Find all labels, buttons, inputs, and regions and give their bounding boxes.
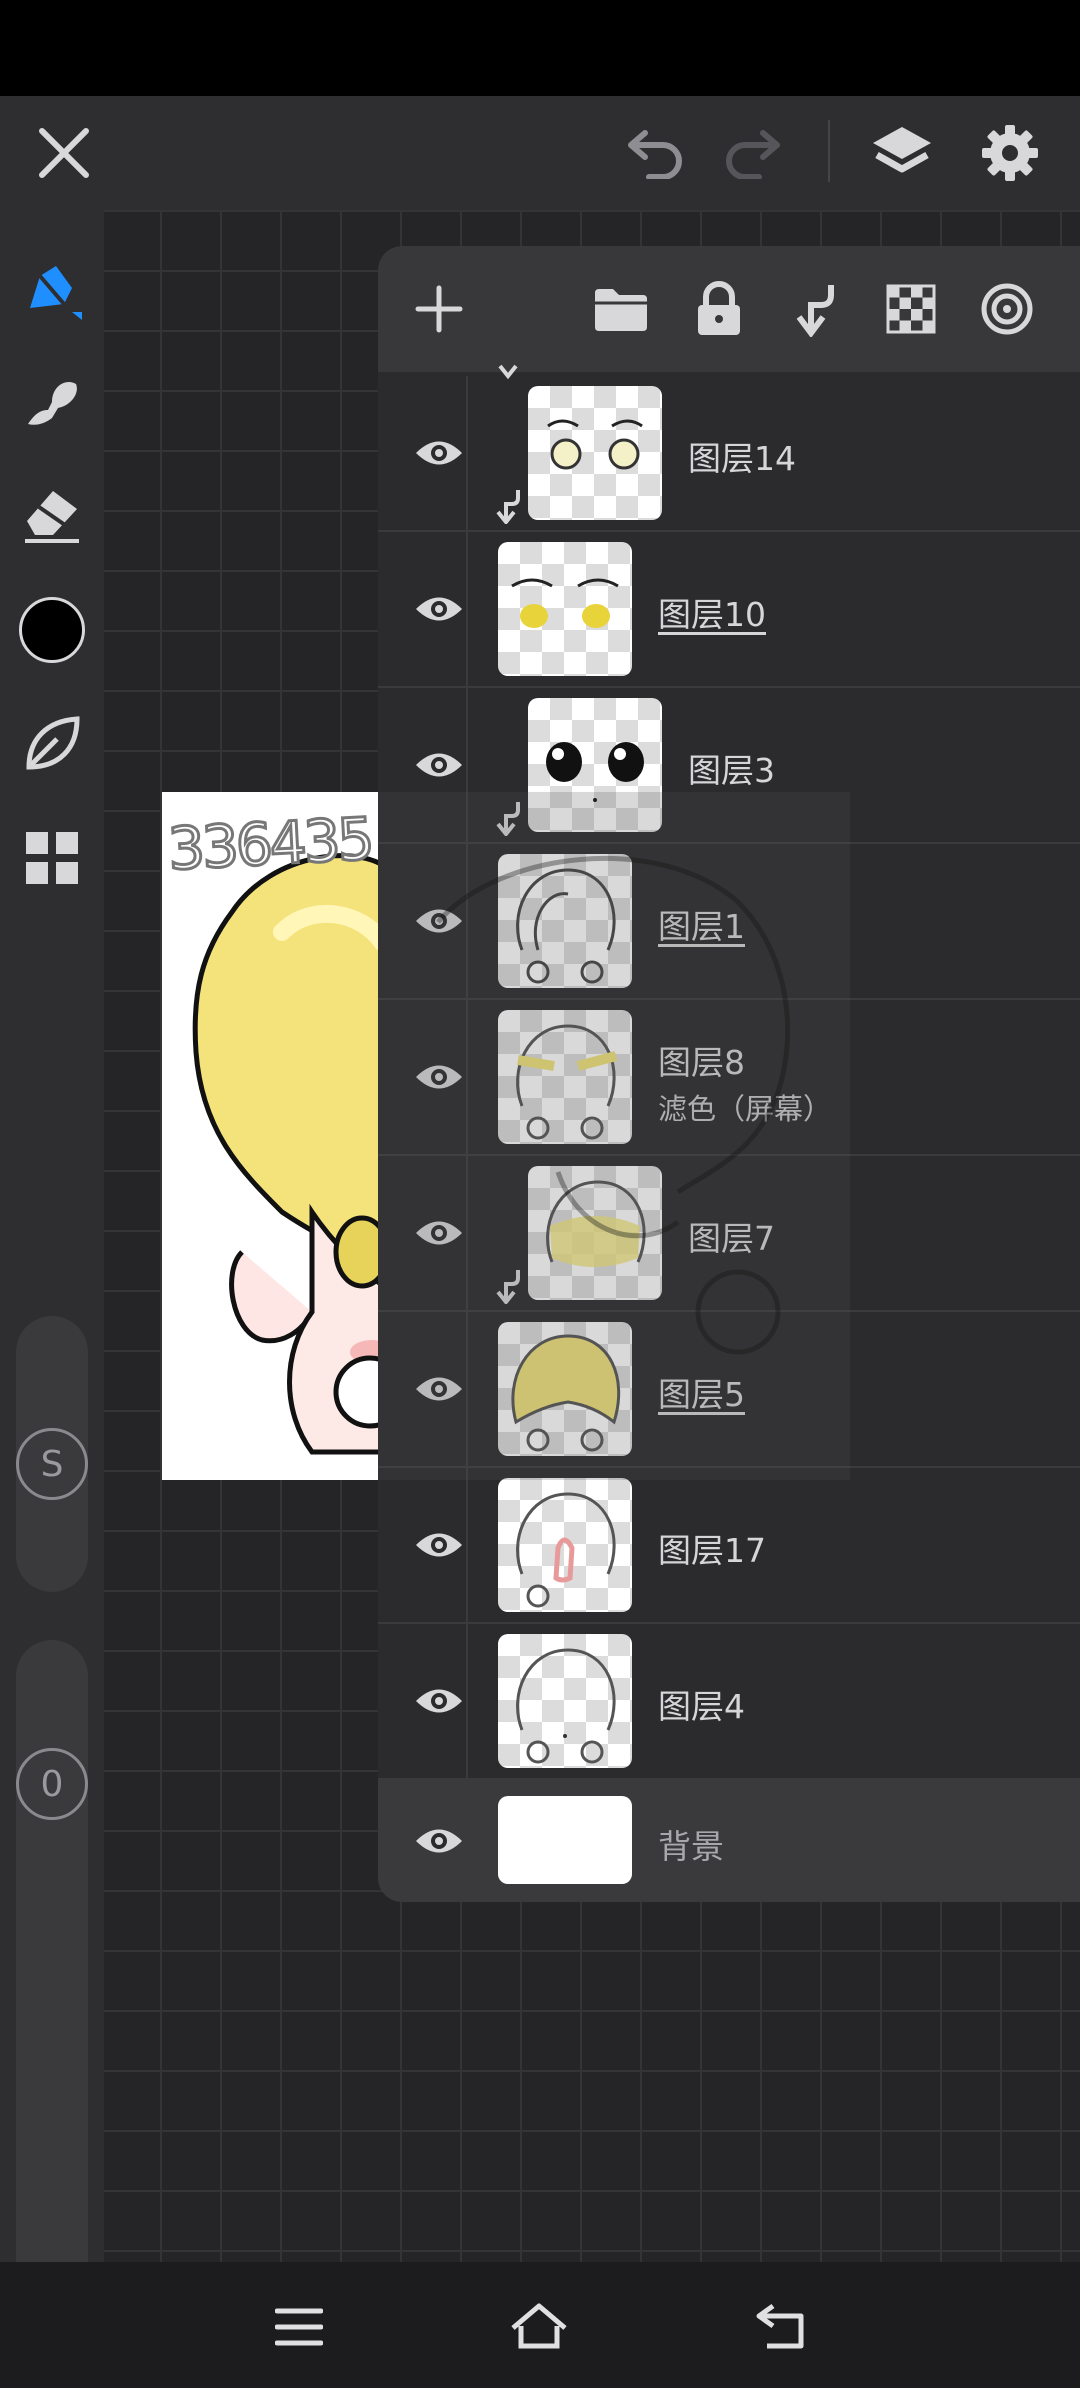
layer-row[interactable]: 图层1 xyxy=(378,844,1080,1000)
folder-icon[interactable] xyxy=(586,274,656,344)
clipping-arrow-icon xyxy=(496,1270,520,1304)
layer-row[interactable]: 图层17 xyxy=(378,1468,1080,1624)
visibility-eye-icon[interactable] xyxy=(394,1656,484,1746)
layer-row[interactable]: 图层5 xyxy=(378,1312,1080,1468)
clipping-arrow-icon xyxy=(496,802,520,836)
layer-blend-mode: 滤色（屏幕） xyxy=(658,1092,833,1126)
row-divider xyxy=(466,688,468,842)
leaf-brush-icon[interactable] xyxy=(0,694,104,794)
layer-name: 背景 xyxy=(658,1827,724,1866)
transparency-lock-icon[interactable] xyxy=(876,274,946,344)
visibility-eye-icon[interactable] xyxy=(394,1188,484,1278)
layer-row-background[interactable]: 背景 xyxy=(378,1780,1080,1902)
grid-menu-icon[interactable] xyxy=(0,808,104,908)
clip-icon[interactable] xyxy=(780,274,850,344)
blend-target-icon[interactable] xyxy=(972,274,1042,344)
layer-thumbnail xyxy=(498,542,632,676)
row-divider xyxy=(466,1156,468,1310)
row-divider xyxy=(466,1000,468,1154)
home-icon[interactable] xyxy=(494,2282,584,2372)
top-divider xyxy=(828,120,830,182)
opacity-slider-knob[interactable]: 0 xyxy=(16,1748,88,1820)
layer-thumbnail xyxy=(498,854,632,988)
layer-name: 图层10 xyxy=(658,595,766,634)
clipping-arrow-icon xyxy=(496,490,520,524)
layer-row[interactable]: 图层10 xyxy=(378,532,1080,688)
visibility-eye-icon[interactable] xyxy=(394,1344,484,1434)
smudge-icon[interactable] xyxy=(0,352,104,452)
visibility-eye-icon[interactable] xyxy=(394,720,484,810)
row-divider xyxy=(466,844,468,998)
opacity-slider[interactable] xyxy=(16,1640,88,2330)
artwork-canvas[interactable]: 336435 xyxy=(162,792,380,1480)
layer-panel: 图层14 图层10 图层3 图层1 图层8 滤色（屏幕） 图层7 图层5 图层17 图层4 背景 xyxy=(378,246,1080,1902)
layer-row[interactable]: 图层8 滤色（屏幕） xyxy=(378,1000,1080,1156)
undo-icon[interactable] xyxy=(606,96,706,210)
visibility-eye-icon[interactable] xyxy=(394,1796,484,1886)
visibility-eye-icon[interactable] xyxy=(394,876,484,966)
add-layer-icon[interactable] xyxy=(404,274,474,344)
layer-name: 图层3 xyxy=(688,751,775,790)
row-divider xyxy=(466,376,468,530)
layer-name: 图层8 xyxy=(658,1043,745,1082)
menu-icon[interactable] xyxy=(254,2282,344,2372)
layers-icon[interactable] xyxy=(852,96,952,210)
left-toolbar: S 0 xyxy=(0,210,104,2330)
system-nav-bar xyxy=(0,2262,1080,2388)
row-divider xyxy=(466,532,468,686)
status-bar xyxy=(0,0,1080,96)
back-icon[interactable] xyxy=(736,2282,826,2372)
redo-icon[interactable] xyxy=(702,96,802,210)
layer-thumbnail xyxy=(498,1010,632,1144)
layer-thumbnail xyxy=(528,698,662,832)
artwork-watermark: 336435 xyxy=(165,803,375,885)
layer-name: 图层4 xyxy=(658,1687,745,1726)
layer-thumbnail xyxy=(498,1634,632,1768)
color-swatch[interactable] xyxy=(0,580,104,680)
row-divider xyxy=(466,1468,468,1622)
layer-name: 图层7 xyxy=(688,1219,775,1258)
lock-icon[interactable] xyxy=(684,274,754,344)
layer-panel-toolbar xyxy=(378,246,1080,372)
layer-thumbnail xyxy=(528,386,662,520)
layer-thumbnail xyxy=(528,1166,662,1300)
layer-name: 图层14 xyxy=(688,439,796,478)
top-bar xyxy=(0,96,1080,210)
layer-thumbnail xyxy=(498,1478,632,1612)
layer-row[interactable]: 图层3 xyxy=(378,688,1080,844)
gear-icon[interactable] xyxy=(960,96,1060,210)
layer-name: 图层17 xyxy=(658,1531,766,1570)
layer-thumbnail xyxy=(498,1796,632,1884)
close-icon[interactable] xyxy=(14,96,114,210)
pen-icon[interactable] xyxy=(0,240,104,340)
visibility-eye-icon[interactable] xyxy=(394,1032,484,1122)
row-divider xyxy=(466,1312,468,1466)
layer-thumbnail xyxy=(498,1322,632,1456)
visibility-eye-icon[interactable] xyxy=(394,564,484,654)
layer-row[interactable]: 图层4 xyxy=(378,1624,1080,1780)
layer-row[interactable]: 图层14 xyxy=(378,376,1080,532)
eraser-icon[interactable] xyxy=(0,464,104,564)
layer-row[interactable]: 图层7 xyxy=(378,1156,1080,1312)
row-divider xyxy=(466,1624,468,1778)
visibility-eye-icon[interactable] xyxy=(394,408,484,498)
layer-name: 图层1 xyxy=(658,907,745,946)
visibility-eye-icon[interactable] xyxy=(394,1500,484,1590)
size-slider-knob[interactable]: S xyxy=(16,1428,88,1500)
layer-name: 图层5 xyxy=(658,1375,745,1414)
